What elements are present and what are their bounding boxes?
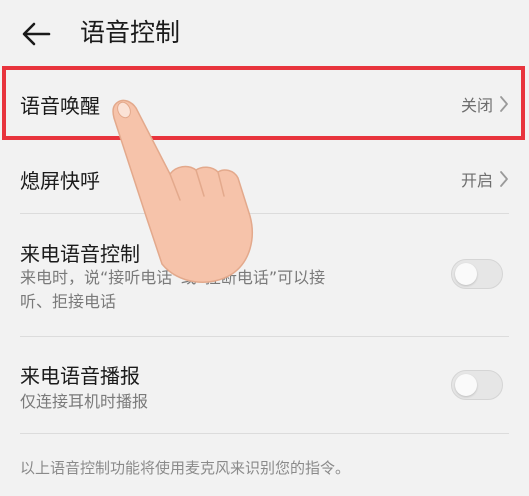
voice-wakeup-value: 关闭	[460, 96, 493, 115]
incoming-call-control-description: 来电时，说“接听电话”或“挂断电话”可以接 听、拒接电话	[20, 266, 420, 314]
incoming-call-announce-label: 来电语音播报	[20, 364, 140, 388]
chevron-right-icon	[499, 170, 509, 188]
voice-wakeup-item[interactable]: 语音唤醒 关闭	[20, 72, 509, 136]
footer-note: 以上语音控制功能将使用麦克风来识别您的指令。	[20, 459, 351, 477]
incoming-call-control-item[interactable]: 来电语音控制 来电时，说“接听电话”或“挂断电话”可以接 听、拒接电话	[20, 226, 509, 324]
screen-off-call-label: 熄屏快呼	[20, 168, 100, 193]
divider	[20, 433, 509, 434]
description-line: 来电时，说“接听电话”或“挂断电话”可以接	[20, 268, 326, 287]
description-line: 听、拒接电话	[20, 292, 117, 311]
voice-wakeup-label: 语音唤醒	[20, 93, 100, 118]
back-button[interactable]	[18, 16, 54, 52]
incoming-call-announce-item[interactable]: 来电语音播报 仅连接耳机时播报	[20, 346, 509, 420]
divider	[20, 336, 509, 337]
incoming-call-control-label: 来电语音控制	[20, 242, 140, 266]
voice-wakeup-status: 关闭	[461, 92, 509, 116]
chevron-right-icon	[499, 95, 509, 113]
arrow-left-icon	[22, 22, 51, 46]
top-app-bar: 语音控制	[0, 0, 529, 66]
incoming-call-announce-toggle[interactable]	[451, 370, 503, 400]
screen-off-call-status: 开启	[461, 167, 509, 191]
page-title: 语音控制	[80, 18, 181, 47]
screen-off-call-item[interactable]: 熄屏快呼 开启	[20, 148, 509, 210]
divider	[20, 213, 509, 214]
toggle-knob	[455, 374, 477, 396]
incoming-call-announce-description: 仅连接耳机时播报	[20, 392, 149, 411]
screen-off-call-value: 开启	[460, 171, 493, 190]
incoming-call-control-toggle[interactable]	[451, 259, 503, 289]
toggle-knob	[455, 263, 477, 285]
